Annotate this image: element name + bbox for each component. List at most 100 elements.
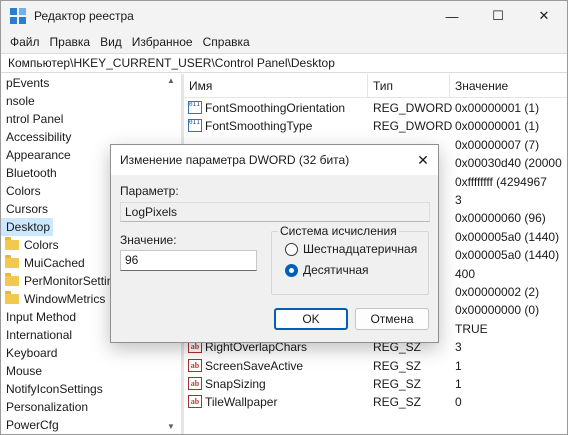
- binary-value-icon: 011 110: [188, 119, 202, 133]
- radio-dec-circle[interactable]: [285, 263, 298, 277]
- value-row[interactable]: ab TileWallpaper REG_SZ 0: [184, 393, 567, 411]
- window-title: Редактор реестра: [34, 9, 134, 23]
- tree-item-label: WindowMetrics: [24, 292, 106, 306]
- folder-icon: [5, 255, 19, 268]
- value-type: REG_SZ: [373, 358, 422, 373]
- tree-item-label: Colors: [24, 238, 59, 252]
- menu-help[interactable]: Справка: [198, 35, 255, 49]
- value-name: FontSmoothingType: [205, 119, 313, 134]
- tree-item-label: pEvents: [6, 76, 50, 90]
- value-data: 1: [455, 377, 462, 391]
- menu-file[interactable]: Файл: [5, 35, 45, 49]
- value-data: 0x000005a0 (1440): [455, 248, 560, 263]
- value-row[interactable]: 011 110FontSmoothingType REG_DWORD0x00000…: [184, 117, 567, 135]
- maximize-button[interactable]: ☐: [475, 1, 521, 31]
- edit-dword-dialog: Изменение параметра DWORD (32 бита) ✕ Па…: [110, 144, 439, 343]
- tree-item[interactable]: Colors: [1, 182, 53, 200]
- dialog-close-icon[interactable]: ✕: [408, 145, 438, 175]
- tree-item-label: Cursors: [6, 202, 49, 216]
- column-name-header[interactable]: Имя: [184, 74, 368, 98]
- value-row[interactable]: ab SnapSizing REG_SZ 1: [184, 375, 567, 393]
- tree-item-label: Input Method: [6, 310, 77, 324]
- tree-item[interactable]: Cursors: [1, 200, 53, 218]
- tree-item[interactable]: pEvents: [1, 74, 53, 92]
- menu-bar: Файл Правка Вид Избранное Справка: [1, 31, 567, 53]
- tree-item[interactable]: Personalization: [1, 398, 88, 416]
- scroll-up-arrow-icon[interactable]: ▲: [167, 76, 175, 85]
- tree-item-label: Personalization: [6, 400, 89, 414]
- value-name: FontSmoothingOrientation: [205, 101, 346, 115]
- minimize-button[interactable]: —: [429, 1, 475, 31]
- value-name: ScreenSaveActive: [205, 358, 304, 373]
- column-value-header[interactable]: Значение: [450, 74, 567, 98]
- tree-item[interactable]: Accessibility: [1, 128, 71, 146]
- value-type: REG_SZ: [373, 395, 422, 410]
- menu-favorites[interactable]: Избранное: [127, 35, 198, 49]
- menu-view[interactable]: Вид: [95, 35, 127, 49]
- radio-hex-label: Шестнадцатеричная: [303, 242, 418, 256]
- tree-item[interactable]: ntrol Panel: [1, 110, 63, 128]
- tree-item[interactable]: Mouse: [1, 362, 53, 380]
- tree-item-label: Keyboard: [6, 346, 58, 360]
- tree-item[interactable]: International: [1, 326, 72, 344]
- tree-item[interactable]: Input Method: [1, 308, 76, 326]
- ok-button[interactable]: OK: [274, 308, 348, 330]
- tree-item[interactable]: NotifyIconSettings: [1, 380, 103, 398]
- radio-hex[interactable]: Шестнадцатеричная: [285, 242, 417, 256]
- tree-item[interactable]: Keyboard: [1, 344, 57, 362]
- value-data: 0x00000002 (2): [455, 285, 540, 299]
- tree-item-label: Appearance: [6, 148, 71, 162]
- tree-item[interactable]: Desktop: [1, 218, 53, 236]
- value-row[interactable]: 011 110FontSmoothingOrientation REG_DWORD…: [184, 99, 567, 117]
- radio-hex-circle[interactable]: [285, 242, 298, 256]
- menu-edit[interactable]: Правка: [45, 35, 96, 49]
- tree-item-label: NotifyIconSettings: [6, 382, 103, 396]
- tree-item-label: Accessibility: [6, 130, 72, 144]
- radio-dec[interactable]: Десятичная: [285, 263, 369, 277]
- column-type-header[interactable]: Тип: [368, 74, 450, 98]
- value-data: 0xffffffff (4294967: [455, 174, 547, 189]
- value-data: TRUE: [455, 321, 488, 336]
- value-type: REG_DWORD: [373, 119, 453, 134]
- tree-item-label: ntrol Panel: [6, 112, 64, 126]
- base-groupbox: Система исчисления Шестнадцатеричная Дес…: [271, 224, 429, 295]
- value-data: 0: [455, 395, 462, 410]
- cancel-button[interactable]: Отмена: [355, 308, 429, 330]
- value-data: 0x00000007 (7): [455, 137, 540, 152]
- value-row[interactable]: ab ScreenSaveActive REG_SZ 1: [184, 357, 567, 375]
- value-data: 400: [455, 266, 476, 281]
- folder-icon: [5, 291, 19, 304]
- value-data: 0x00030d40 (20000: [455, 156, 562, 171]
- tree-item[interactable]: Appearance: [1, 146, 71, 164]
- binary-value-icon: 011 110: [188, 101, 202, 114]
- value-data: 3: [455, 340, 462, 355]
- value-data: 1: [455, 358, 462, 373]
- scroll-down-arrow-icon[interactable]: ▼: [167, 422, 175, 431]
- value-type: REG_DWORD: [373, 101, 453, 115]
- dialog-body: Параметр: LogPixels Значение: 96 Система…: [111, 175, 438, 342]
- close-button[interactable]: ✕: [521, 1, 567, 31]
- value-input[interactable]: 96: [120, 250, 257, 271]
- tree-item[interactable]: PowerCfg: [1, 416, 59, 434]
- tree-item-label: Desktop: [6, 220, 51, 234]
- tree-item-label: MuiCached: [24, 256, 85, 270]
- dialog-title: Изменение параметра DWORD (32 бита): [111, 145, 438, 175]
- address-bar[interactable]: Компьютер\HKEY_CURRENT_USER\Control Pane…: [1, 53, 567, 73]
- value-data: 0x00000000 (0): [455, 303, 540, 318]
- registry-editor-icon: [10, 8, 26, 24]
- list-header: Имя Тип Значение: [184, 74, 567, 98]
- title-bar: Редактор реестра — ☐ ✕: [1, 1, 567, 31]
- value-data: 0x00000001 (1): [455, 101, 540, 115]
- tree-item-label: nsole: [6, 94, 35, 108]
- folder-icon: [5, 237, 19, 250]
- string-value-icon: ab: [188, 395, 202, 409]
- tree-item-label: Bluetooth: [6, 166, 57, 180]
- radio-dec-label: Десятичная: [303, 263, 369, 277]
- window-controls: — ☐ ✕: [429, 1, 567, 31]
- tree-item[interactable]: Bluetooth: [1, 164, 57, 182]
- tree-item[interactable]: nsole: [1, 92, 53, 110]
- value-data: 3: [455, 193, 462, 207]
- tree-item-label: PowerCfg: [6, 418, 59, 432]
- tree-item-label: Mouse: [6, 364, 43, 378]
- value-label: Значение:: [120, 233, 177, 247]
